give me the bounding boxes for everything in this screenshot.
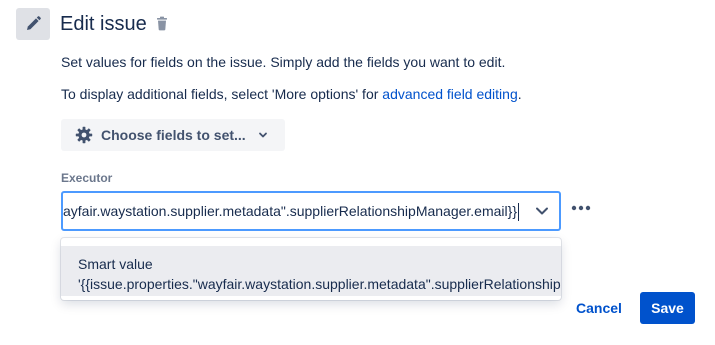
save-button[interactable]: Save: [640, 292, 695, 324]
text-caret: [518, 203, 519, 222]
smart-value-option[interactable]: Smart value '{{issue.properties."wayfair…: [61, 246, 561, 296]
pencil-icon: [16, 8, 50, 40]
description-text: Set values for fields on the issue. Simp…: [61, 54, 506, 70]
gear-icon: [75, 126, 93, 144]
option-value: '{{issue.properties."wayfair.waystation.…: [78, 276, 561, 292]
executor-value: {{issue.properties."wayfair.waystation.s…: [62, 203, 517, 219]
description-more-options: To display additional fields, select 'Mo…: [61, 84, 522, 104]
page-title: Edit issue: [60, 13, 147, 35]
executor-dropdown-menu: Smart value '{{issue.properties."wayfair…: [61, 238, 561, 300]
cancel-button[interactable]: Cancel: [576, 296, 622, 320]
advanced-field-editing-link[interactable]: advanced field editing: [382, 86, 517, 102]
choose-fields-button[interactable]: Choose fields to set...: [61, 119, 285, 151]
chevron-down-icon[interactable]: [535, 205, 549, 217]
executor-label: Executor: [61, 171, 113, 185]
executor-select[interactable]: {{issue.properties."wayfair.waystation.s…: [61, 191, 561, 231]
edit-issue-panel: Edit issue Set values for fields on the …: [0, 0, 715, 345]
choose-fields-label: Choose fields to set...: [101, 127, 246, 143]
more-options-icon[interactable]: [569, 196, 593, 220]
option-title: Smart value: [78, 256, 153, 272]
executor-input[interactable]: {{issue.properties."wayfair.waystation.s…: [62, 193, 519, 229]
chevron-down-icon: [258, 132, 267, 138]
description-suffix: .: [517, 86, 522, 102]
description-prefix: To display additional fields, select 'Mo…: [61, 86, 383, 102]
trash-icon[interactable]: [155, 16, 169, 32]
